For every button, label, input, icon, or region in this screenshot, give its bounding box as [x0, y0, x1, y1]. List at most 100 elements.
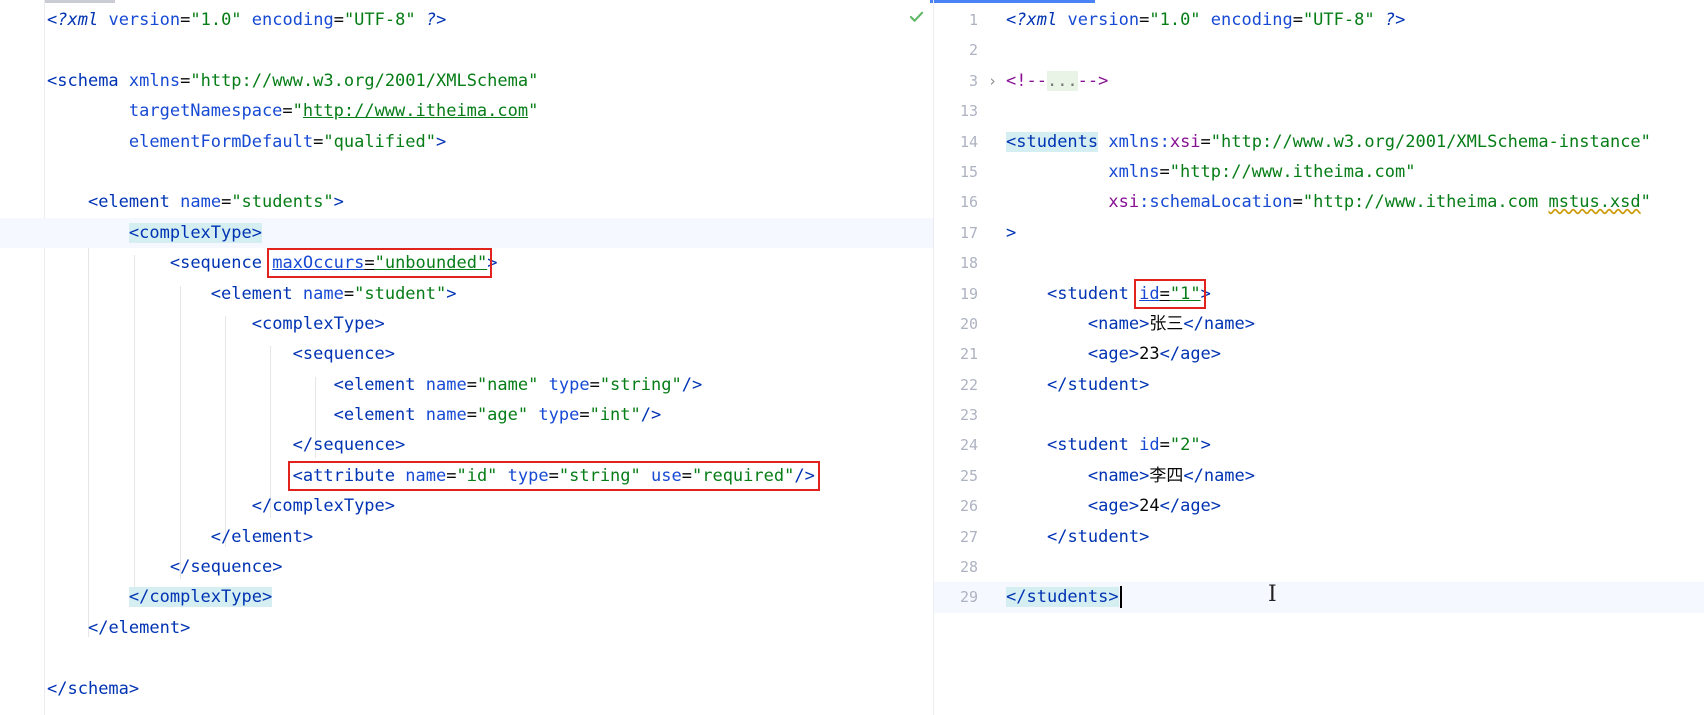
line-number: 13: [959, 102, 978, 121]
code-line[interactable]: <attribute name="id" type="string" use="…: [0, 460, 933, 491]
line-number: 1: [968, 11, 978, 29]
tag-name: name: [1203, 313, 1245, 334]
annotation-box: <attribute name="id" type="string" use="…: [287, 460, 820, 491]
fold-chevron-icon[interactable]: ›: [988, 66, 997, 96]
matched-tag-highlight: </complexType>: [128, 587, 273, 608]
code-line[interactable]: <element name="age" type="int"/>: [0, 400, 933, 430]
code-line[interactable]: 28: [934, 552, 1704, 582]
matched-tag-highlight: <students: [1006, 131, 1099, 152]
attr-name: xmlns: [128, 70, 181, 91]
attr-name: targetNamespace: [128, 101, 283, 122]
matched-tag-highlight: <complexType>: [128, 222, 262, 243]
annotation-box: id="1": [1134, 278, 1206, 309]
code-line[interactable]: <element name="student">: [0, 279, 933, 309]
code-line[interactable]: 16 xsi:schemaLocation="http://www.itheim…: [934, 187, 1704, 217]
tag-name: name: [1098, 465, 1140, 486]
code-line[interactable]: 1 <?xml version="1.0" encoding="UTF-8" ?>: [934, 5, 1704, 35]
i-beam-cursor-icon: I: [1268, 582, 1277, 607]
schema-file-link[interactable]: mstus.xsd: [1549, 192, 1641, 212]
code-line[interactable]: </sequence>: [0, 552, 933, 582]
code-line[interactable]: </element>: [0, 522, 933, 552]
code-line[interactable]: </element>: [0, 613, 933, 643]
code-line[interactable]: <?xml version="1.0" encoding="UTF-8" ?>: [0, 5, 933, 35]
code-line[interactable]: </complexType>: [0, 582, 933, 612]
folded-comment[interactable]: ...: [1046, 70, 1078, 91]
matched-tag-highlight: </students>: [1006, 587, 1119, 608]
tag-name: element: [221, 283, 293, 304]
xml-declaration-close: ?>: [425, 10, 447, 30]
code-line[interactable]: 15 xmlns="http://www.itheima.com": [934, 157, 1704, 187]
tag-name: sequence: [302, 344, 385, 365]
code-line[interactable]: 22 </student>: [934, 370, 1704, 400]
code-line[interactable]: <complexType>: [0, 309, 933, 339]
code-line[interactable]: elementFormDefault="qualified">: [0, 127, 933, 157]
line-number: 20: [959, 314, 978, 333]
code-line[interactable]: 20 <name>张三</name>: [934, 309, 1704, 339]
attr-name: xmlns: [1108, 161, 1160, 182]
attr-value: "http://www.w3.org/2001/XMLSchema-instan…: [1210, 131, 1651, 152]
tag-close-bracket: >: [1006, 222, 1017, 243]
code-line[interactable]: 26 <age>24</age>: [934, 491, 1704, 521]
line-number: 16: [959, 193, 978, 212]
attr-value: "string": [558, 465, 641, 486]
code-line[interactable]: targetNamespace="http://www.itheima.com": [0, 96, 933, 126]
code-line[interactable]: 23: [934, 400, 1704, 430]
code-line[interactable]: 25 <name>李四</name>: [934, 461, 1704, 491]
attr-name: id: [1139, 435, 1160, 456]
annotation-box: maxOccurs="unbounded": [267, 248, 493, 279]
tag-name: element: [343, 374, 416, 395]
comment-close: -->: [1077, 70, 1109, 91]
code-line[interactable]: 18: [934, 248, 1704, 278]
code-line[interactable]: 27 </student>: [934, 522, 1704, 552]
namespace-link[interactable]: http://www.itheima.com: [303, 101, 528, 121]
left-code-lines: <?xml version="1.0" encoding="UTF-8" ?> …: [0, 5, 933, 704]
line-number: 14: [959, 132, 978, 151]
attr-name: name: [302, 283, 344, 304]
code-line[interactable]: <element name="name" type="string"/>: [0, 370, 933, 400]
tag-name: age: [1180, 496, 1211, 517]
attr-name: name: [180, 192, 222, 213]
attr-name: name: [425, 374, 467, 395]
attr-value: "UTF-8": [1302, 10, 1375, 30]
code-line[interactable]: 3 › <!--...-->: [934, 66, 1704, 96]
code-line[interactable]: [0, 643, 933, 673]
tag-name: students: [1026, 587, 1109, 608]
tag-name: age: [1098, 496, 1129, 517]
attr-value: "students": [231, 192, 334, 213]
xml-declaration-close: ?>: [1384, 10, 1406, 30]
line-number: 27: [959, 527, 978, 546]
tag-name: schema: [67, 678, 129, 699]
code-line[interactable]: </complexType>: [0, 491, 933, 521]
code-line[interactable]: 13: [934, 96, 1704, 126]
left-editor-pane[interactable]: <?xml version="1.0" encoding="UTF-8" ?> …: [0, 0, 933, 715]
attr-name: encoding: [1210, 10, 1293, 30]
code-line[interactable]: 14 <students xmlns:xsi="http://www.w3.org…: [934, 127, 1704, 157]
code-line[interactable]: <schema xmlns="http://www.w3.org/2001/XM…: [0, 66, 933, 96]
code-line[interactable]: 17 >: [934, 218, 1704, 248]
code-line[interactable]: 19 <student id="1">: [934, 278, 1704, 309]
code-line[interactable]: [0, 35, 933, 65]
tag-name: attribute: [302, 465, 396, 486]
attr-name: encoding: [251, 10, 334, 30]
code-line[interactable]: </schema>: [0, 674, 933, 704]
code-line[interactable]: [0, 157, 933, 187]
code-line[interactable]: <sequence>: [0, 339, 933, 369]
code-line[interactable]: <element name="students">: [0, 187, 933, 217]
code-line[interactable]: <complexType>: [0, 217, 933, 249]
element-text: 张三: [1149, 313, 1184, 334]
right-code-lines: 1 <?xml version="1.0" encoding="UTF-8" ?>…: [934, 5, 1704, 613]
tag-name: complexType: [272, 496, 385, 517]
code-line[interactable]: 21 <age>23</age>: [934, 339, 1704, 369]
line-number: 23: [959, 406, 978, 425]
tag-name: age: [1098, 344, 1129, 365]
code-line[interactable]: 24 <student id="2">: [934, 430, 1704, 460]
code-line[interactable]: 2: [934, 35, 1704, 65]
code-line[interactable]: <sequence maxOccurs="unbounded">: [0, 248, 933, 279]
code-line[interactable]: 29 </students>: [934, 582, 1704, 613]
attr-value: "UTF-8": [343, 10, 416, 30]
right-editor-pane[interactable]: 1 <?xml version="1.0" encoding="UTF-8" ?>…: [934, 0, 1704, 715]
attr-name: type: [507, 465, 549, 486]
attr-value: "qualified": [323, 131, 436, 152]
tag-name: student: [1057, 435, 1129, 456]
code-line[interactable]: </sequence>: [0, 430, 933, 460]
